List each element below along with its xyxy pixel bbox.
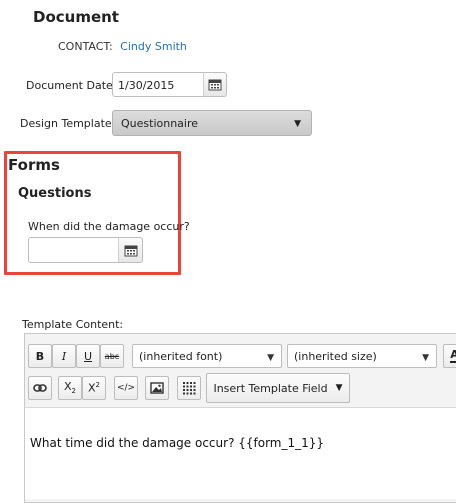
template-content-label: Template Content: [22, 318, 124, 331]
design-template-label: Design Template: [20, 117, 116, 130]
chevron-down-icon: ▼ [294, 119, 301, 129]
source-code-button[interactable]: </> [114, 376, 138, 400]
insert-template-field-button[interactable]: Insert Template Field ▼ [206, 373, 350, 403]
document-date-input[interactable]: 1/30/2015 [112, 72, 204, 97]
insert-image-button[interactable] [145, 376, 169, 400]
document-date-calendar-button[interactable] [203, 72, 227, 97]
chevron-down-icon: ▼ [422, 353, 429, 363]
font-family-select[interactable]: (inherited font) ▼ [132, 344, 282, 368]
calendar-icon [124, 245, 137, 256]
insert-table-button[interactable] [177, 376, 201, 400]
editor-content-text[interactable]: What time did the damage occur? {{form_1… [30, 436, 324, 450]
text-color-button[interactable]: A [443, 344, 456, 368]
italic-button[interactable]: I [52, 344, 76, 368]
strikethrough-button[interactable]: abc [100, 344, 124, 368]
superscript-button[interactable]: X2 [82, 376, 106, 400]
superscript-icon: X2 [87, 381, 100, 395]
design-template-select[interactable]: Questionnaire ▼ [112, 110, 312, 136]
insert-template-field-label: Insert Template Field [213, 381, 328, 395]
image-icon [150, 382, 164, 394]
editor-content-area[interactable] [25, 407, 456, 499]
font-family-value: (inherited font) [139, 350, 223, 363]
link-button[interactable] [28, 376, 52, 400]
table-icon [183, 382, 196, 395]
contact-label: CONTACT: [58, 40, 113, 53]
question-label: When did the damage occur? [28, 220, 190, 233]
underline-button[interactable]: U [76, 344, 100, 368]
contact-row: CONTACT: Cindy Smith [58, 40, 187, 53]
subscript-icon: X2 [63, 380, 76, 396]
calendar-icon [208, 79, 222, 91]
link-icon [33, 384, 47, 392]
contact-name-link[interactable]: Cindy Smith [120, 40, 187, 53]
document-date-label: Document Date: [26, 79, 117, 92]
questions-heading: Questions [18, 186, 92, 201]
page-title: Document [33, 8, 119, 26]
chevron-down-icon: ▼ [335, 383, 343, 393]
bold-button[interactable]: B [28, 344, 52, 368]
text-color-icon: A [450, 349, 456, 363]
chevron-down-icon: ▼ [267, 353, 274, 363]
subscript-button[interactable]: X2 [58, 376, 82, 400]
design-template-value: Questionnaire [121, 117, 199, 130]
damage-date-calendar-button[interactable] [118, 237, 143, 263]
font-size-select[interactable]: (inherited size) ▼ [287, 344, 437, 368]
forms-heading: Forms [8, 156, 60, 174]
code-icon: </> [116, 383, 136, 393]
damage-date-input[interactable] [28, 237, 119, 263]
font-size-value: (inherited size) [294, 350, 377, 363]
